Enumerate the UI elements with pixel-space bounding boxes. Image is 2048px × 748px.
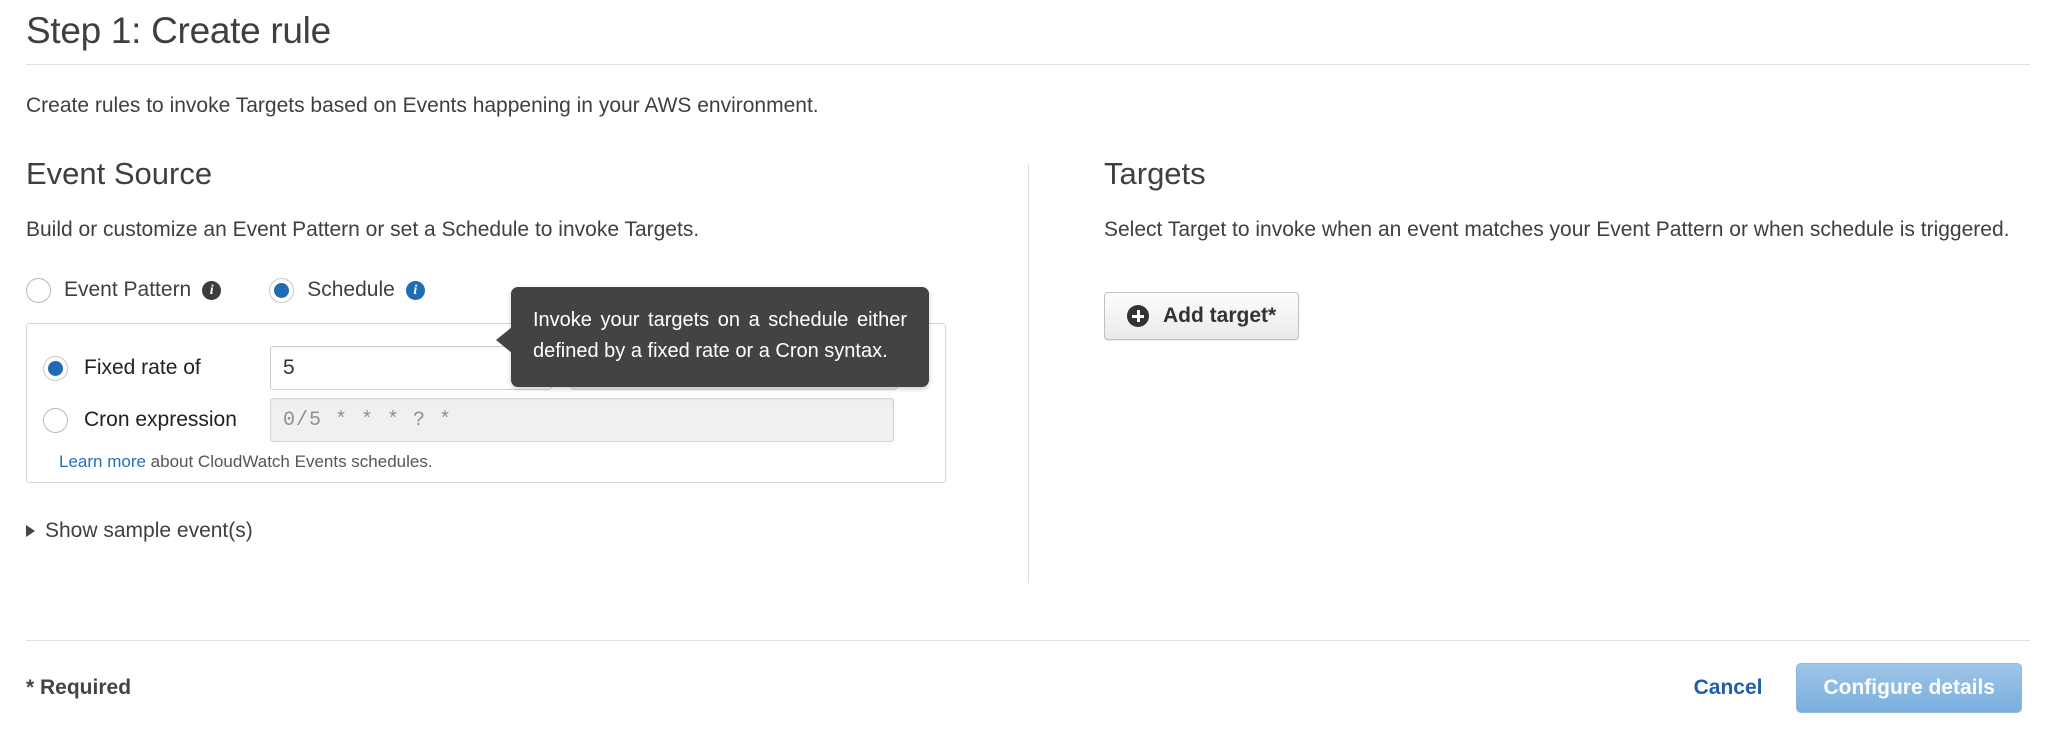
page-intro-text: Create rules to invoke Targets based on … [26,94,819,117]
event-pattern-label: Event Pattern [64,278,192,301]
required-note: * Required [26,676,132,699]
event-source-title: Event Source [26,156,213,191]
schedule-info-icon[interactable]: i [405,280,425,300]
learn-more-link[interactable]: Learn more [59,452,146,471]
triangle-right-icon [26,525,35,537]
schedule-tooltip: Invoke your targets on a schedule either… [496,287,929,387]
cron-expression-label: Cron expression [84,408,237,431]
radio-option-event-pattern[interactable]: Event Pattern i [26,277,222,303]
tooltip-arrow-icon [496,327,512,353]
footer-content: * Required Cancel Configure details [0,641,2048,713]
targets-panel: Targets Select Target to invoke when an … [1104,155,2024,340]
schedule-tooltip-text: Invoke your targets on a schedule either… [533,309,907,362]
fixed-rate-label: Fixed rate of [84,356,201,379]
header-divider [26,64,2030,65]
column-divider [1028,165,1029,583]
plus-circle-icon [1127,305,1149,327]
page-title: Step 1: Create rule [26,10,331,51]
configure-details-button[interactable]: Configure details [1796,663,2022,713]
cron-expression-radio[interactable] [43,407,68,433]
radio-option-schedule[interactable]: Schedule i [269,277,425,303]
page-header: Step 1: Create rule [0,0,2048,54]
learn-more-row: Learn more about CloudWatch Events sched… [27,446,945,472]
footer-actions: Cancel Configure details [1694,663,2022,713]
add-target-button[interactable]: Add target* [1104,292,1300,340]
show-sample-events-toggle[interactable]: Show sample event(s) [26,519,253,543]
cancel-button[interactable]: Cancel [1694,676,1763,700]
event-source-description: Build or customize an Event Pattern or s… [26,218,700,241]
cron-expression-row: Cron expression [27,394,945,446]
schedule-label: Schedule [307,278,395,301]
learn-more-text: about CloudWatch Events schedules. [145,452,433,471]
targets-description: Select Target to invoke when an event ma… [1104,218,2010,241]
show-sample-events-label: Show sample event(s) [45,519,253,542]
page-footer: * Required Cancel Configure details [0,640,2048,748]
targets-title: Targets [1104,156,1206,191]
schedule-radio[interactable] [269,277,295,303]
cron-expression-input[interactable] [270,398,894,442]
event-pattern-info-icon[interactable]: i [202,280,222,300]
add-target-label: Add target* [1163,304,1277,327]
event-pattern-radio[interactable] [26,277,51,303]
content-columns: Event Source Build or customize an Event… [0,155,2048,583]
fixed-rate-radio[interactable] [43,355,68,381]
